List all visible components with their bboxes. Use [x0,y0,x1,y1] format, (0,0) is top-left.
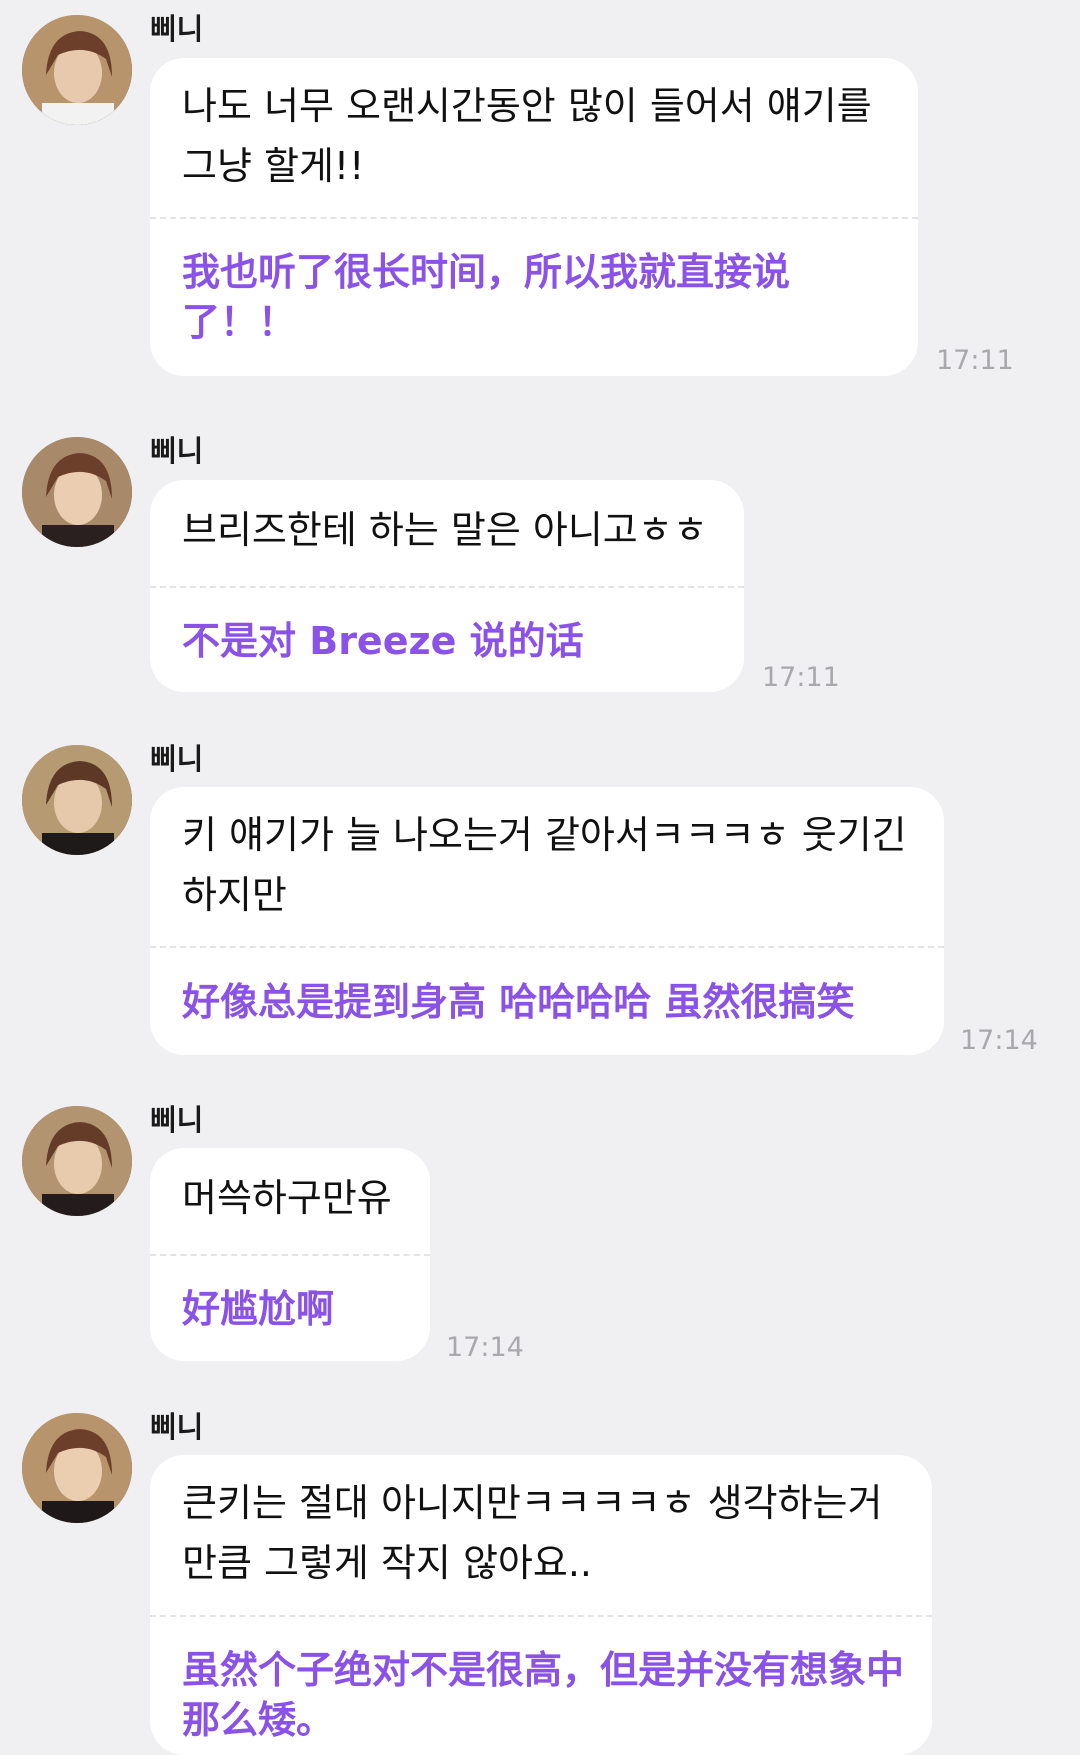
sender-name: 삐니 [150,1410,204,1444]
translation-text: 好尴尬啊 [182,1287,335,1331]
avatar-photo-icon [22,745,132,855]
translation-text: 不是对 Breeze 说的话 [182,619,584,663]
korean-text: 나도 너무 오랜시간동안 많이 들어서 얘기를 그냥 할게!! [182,84,872,188]
korean-text: 키 얘기가 늘 나오는거 같아서ㅋㅋㅋㅎ 웃기긴 하지만 [182,813,907,917]
translation-text: 好像总是提到身高 哈哈哈哈 虽然很搞笑 [182,980,855,1024]
avatar-photo-icon [22,437,132,547]
sender-name: 삐니 [150,12,204,46]
translation-text: 虽然个子绝对不是很高，但是并没有想象中那么矮。 [182,1648,905,1742]
divider [150,586,744,588]
sender-name: 삐니 [150,742,204,776]
avatar[interactable] [22,1106,132,1216]
avatar[interactable] [22,15,132,125]
avatar-photo-icon [22,15,132,125]
sender-name: 삐니 [150,1103,204,1137]
translation-text: 我也听了很长时间，所以我就直接说了！！ [182,250,791,344]
korean-text: 큰키는 절대 아니지만ㅋㅋㅋㅋㅎ 생각하는거 만큼 그렇게 작지 않아요.. [182,1481,883,1585]
message-bubble[interactable]: 큰키는 절대 아니지만ㅋㅋㅋㅋㅎ 생각하는거 만큼 그렇게 작지 않아요.. 虽… [150,1455,932,1755]
message-bubble[interactable]: 나도 너무 오랜시간동안 많이 들어서 얘기를 그냥 할게!! 我也听了很长时间… [150,58,918,376]
timestamp: 17:11 [762,662,840,693]
korean-text: 머쓱하구만유 [182,1176,392,1220]
divider [150,1615,932,1617]
avatar-photo-icon [22,1106,132,1216]
message-bubble[interactable]: 브리즈한테 하는 말은 아니고ㅎㅎ 不是对 Breeze 说的话 [150,480,744,692]
sender-name: 삐니 [150,434,204,468]
divider [150,217,918,219]
timestamp: 17:14 [446,1332,524,1363]
avatar-photo-icon [22,1413,132,1523]
divider [150,1254,430,1256]
timestamp: 17:11 [936,345,1014,376]
korean-text: 브리즈한테 하는 말은 아니고ㅎㅎ [182,508,708,552]
timestamp: 17:14 [960,1025,1038,1056]
avatar[interactable] [22,437,132,547]
avatar[interactable] [22,745,132,855]
message-bubble[interactable]: 머쓱하구만유 好尴尬啊 [150,1148,430,1361]
message-bubble[interactable]: 키 얘기가 늘 나오는거 같아서ㅋㅋㅋㅎ 웃기긴 하지만 好像总是提到身高 哈哈… [150,787,944,1055]
avatar[interactable] [22,1413,132,1523]
divider [150,946,944,948]
